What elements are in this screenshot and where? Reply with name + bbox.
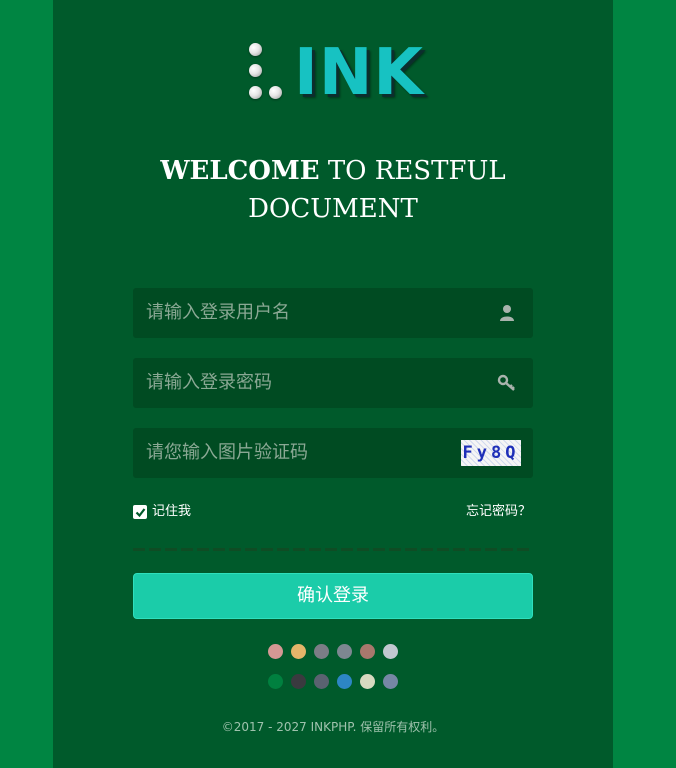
checkbox-checked-icon[interactable]: [133, 505, 147, 519]
user-icon: [500, 305, 514, 321]
login-button[interactable]: 确认登录: [133, 573, 533, 619]
theme-color-swatch[interactable]: [360, 674, 375, 689]
divider: [133, 548, 533, 551]
key-icon: [497, 374, 515, 391]
password-placeholder: 请输入登录密码: [146, 372, 272, 393]
username-placeholder: 请输入登录用户名: [146, 302, 290, 323]
theme-color-swatch[interactable]: [337, 674, 352, 689]
forgot-password-link[interactable]: 忘记密码？: [466, 503, 531, 521]
theme-color-swatch[interactable]: [268, 644, 283, 659]
theme-color-swatch[interactable]: [314, 644, 329, 659]
captcha-placeholder: 请您输入图片验证码: [146, 442, 308, 463]
theme-color-swatch[interactable]: [383, 644, 398, 659]
theme-color-swatch[interactable]: [291, 674, 306, 689]
captcha-image[interactable]: Fy8Q: [461, 440, 521, 466]
logo-text: INK: [294, 36, 424, 110]
remember-me[interactable]: 记住我: [133, 503, 191, 521]
welcome-line2: DOCUMENT: [248, 194, 418, 224]
theme-color-swatch[interactable]: [291, 644, 306, 659]
theme-color-swatch[interactable]: [337, 644, 352, 659]
theme-color-swatch[interactable]: [268, 674, 283, 689]
welcome-rest: TO RESTFUL: [319, 156, 506, 186]
logo-dots-icon: [246, 40, 286, 106]
password-field[interactable]: 请输入登录密码: [133, 358, 533, 408]
logo: INK: [246, 36, 426, 110]
welcome-heading: WELCOME TO RESTFUL DOCUMENT: [53, 152, 613, 228]
theme-color-swatch[interactable]: [383, 674, 398, 689]
username-field[interactable]: 请输入登录用户名: [133, 288, 533, 338]
captcha-field[interactable]: 请您输入图片验证码 Fy8Q: [133, 428, 533, 478]
theme-color-swatch[interactable]: [360, 644, 375, 659]
theme-color-swatch[interactable]: [314, 674, 329, 689]
remember-label: 记住我: [152, 504, 192, 519]
welcome-bold: WELCOME: [160, 156, 320, 186]
footer-copyright: ©2017 - 2027 INKPHP. 保留所有权利。: [221, 720, 445, 734]
